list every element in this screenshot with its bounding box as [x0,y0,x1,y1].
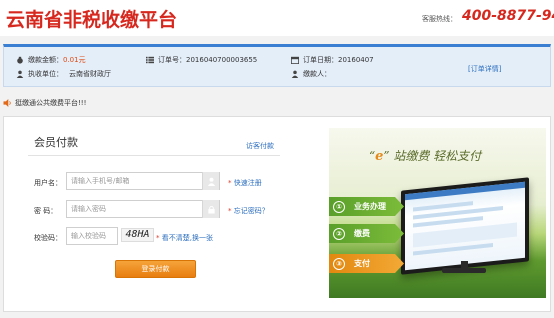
username-label: 用户名： [34,179,62,187]
user-field-icon [202,172,219,190]
amount-row: 缴款金额： 0.01元 [16,55,86,65]
guest-pay-link[interactable]: 访客付款 [246,141,274,151]
list-icon [146,56,154,64]
agency-value: 云南省财政厅 [69,70,111,78]
tv-screen [405,181,525,271]
person-icon [16,70,24,78]
user-icon [291,70,299,78]
payer-row: 缴款人： [291,69,331,79]
user-silhouette-icon [207,177,215,186]
lock-icon [207,205,215,214]
refresh-captcha-link[interactable]: * 看不清楚,换一张 [156,233,213,243]
amount-label: 缴款金额： [28,56,63,64]
order-info-bar: 缴款金额： 0.01元 执收单位： 云南省财政厅 订单号： 2016040700… [3,44,551,87]
form-divider [28,155,280,156]
money-bag-icon [17,56,23,64]
order-no-value: 2016040700003655 [186,56,258,64]
quick-register-link[interactable]: * 快速注册 [228,178,262,188]
lock-field-icon [202,200,219,218]
amount-value: 0.01元 [63,56,86,64]
order-date-row: 订单日期： 20160407 [291,55,374,65]
order-date-value: 20160407 [338,56,374,64]
password-label: 密 码： [34,207,58,215]
speaker-icon [3,99,11,107]
login-title: 会员付款 [34,136,78,149]
hotline-number: 400-8877-945 [462,8,554,24]
captcha-label: 校验码： [34,234,62,242]
username-field[interactable]: 请输入手机号/邮箱 [66,172,220,190]
header: 云南省非税收缴平台 客服热线： 400-8877-945 [0,0,554,36]
site-logo[interactable]: 云南省非税收缴平台 [6,5,177,32]
step-business: ① 业务办理 [329,197,404,216]
promo-banner: “e” 站缴费 轻松支付 ① 业务办理 ② 缴费 ③ 支付 [329,128,546,298]
hotline-label: 客服热线： [422,15,457,23]
order-detail-link[interactable]: [订单详情] [468,64,501,74]
agency-label: 执收单位： [28,70,63,78]
captcha-field[interactable]: 输入校验码 [66,227,118,245]
banner-slogan: “e” 站缴费 轻松支付 [369,149,482,164]
forgot-password-link[interactable]: * 忘记密码？ [228,206,269,216]
order-no-label: 订单号： [158,56,186,64]
login-pay-button[interactable]: 登录付款 [115,260,196,278]
notice-text: 挺缴通公共缴费平台!!! [15,99,87,107]
calendar-icon [291,56,299,64]
captcha-image[interactable]: 48HA [121,228,154,242]
order-no-row: 订单号： 2016040700003655 [146,55,257,65]
step-pay: ③ 支付 [329,254,404,273]
order-date-label: 订单日期： [303,56,338,64]
notice-bar: 挺缴通公共缴费平台!!! [3,98,86,108]
step-payment: ② 缴费 [329,224,404,243]
payer-label: 缴款人： [303,70,331,78]
agency-row: 执收单位： 云南省财政厅 [16,69,111,79]
password-field[interactable]: 请输入密码 [66,200,220,218]
